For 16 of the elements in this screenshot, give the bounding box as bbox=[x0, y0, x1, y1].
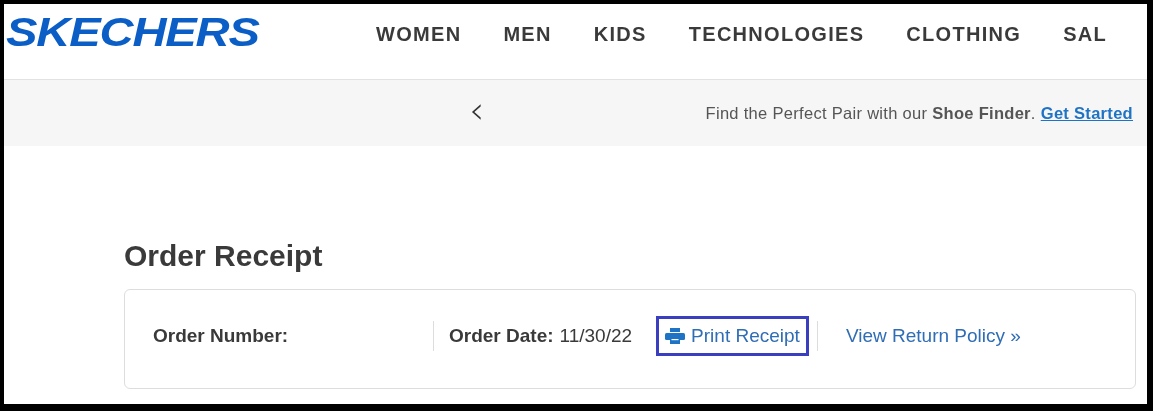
nav-link[interactable]: CLOTHING bbox=[906, 23, 1022, 46]
nav-link[interactable]: WOMEN bbox=[376, 23, 462, 46]
promo-message: Find the Perfect Pair with our Shoe Finder. bbox=[705, 103, 1036, 123]
print-receipt-link[interactable]: Print Receipt bbox=[656, 316, 809, 356]
nav-link[interactable]: KIDS bbox=[593, 23, 647, 46]
page-title: Order Receipt bbox=[124, 239, 324, 273]
nav-link[interactable]: MEN bbox=[503, 23, 552, 46]
get-started-link[interactable]: Get Started bbox=[1040, 103, 1133, 123]
nav-link[interactable]: TECHNOLOGIES bbox=[688, 23, 865, 46]
return-policy-link[interactable]: View Return Policy » bbox=[836, 316, 1030, 356]
order-date-value: 11/30/22 bbox=[559, 325, 633, 347]
order-number-label: Order Number: bbox=[153, 325, 289, 347]
order-date-label: Order Date: bbox=[449, 325, 554, 347]
printer-icon bbox=[665, 328, 686, 344]
previous-button[interactable]: ‹ bbox=[465, 91, 489, 129]
nav-link[interactable]: SAL bbox=[1063, 23, 1108, 46]
